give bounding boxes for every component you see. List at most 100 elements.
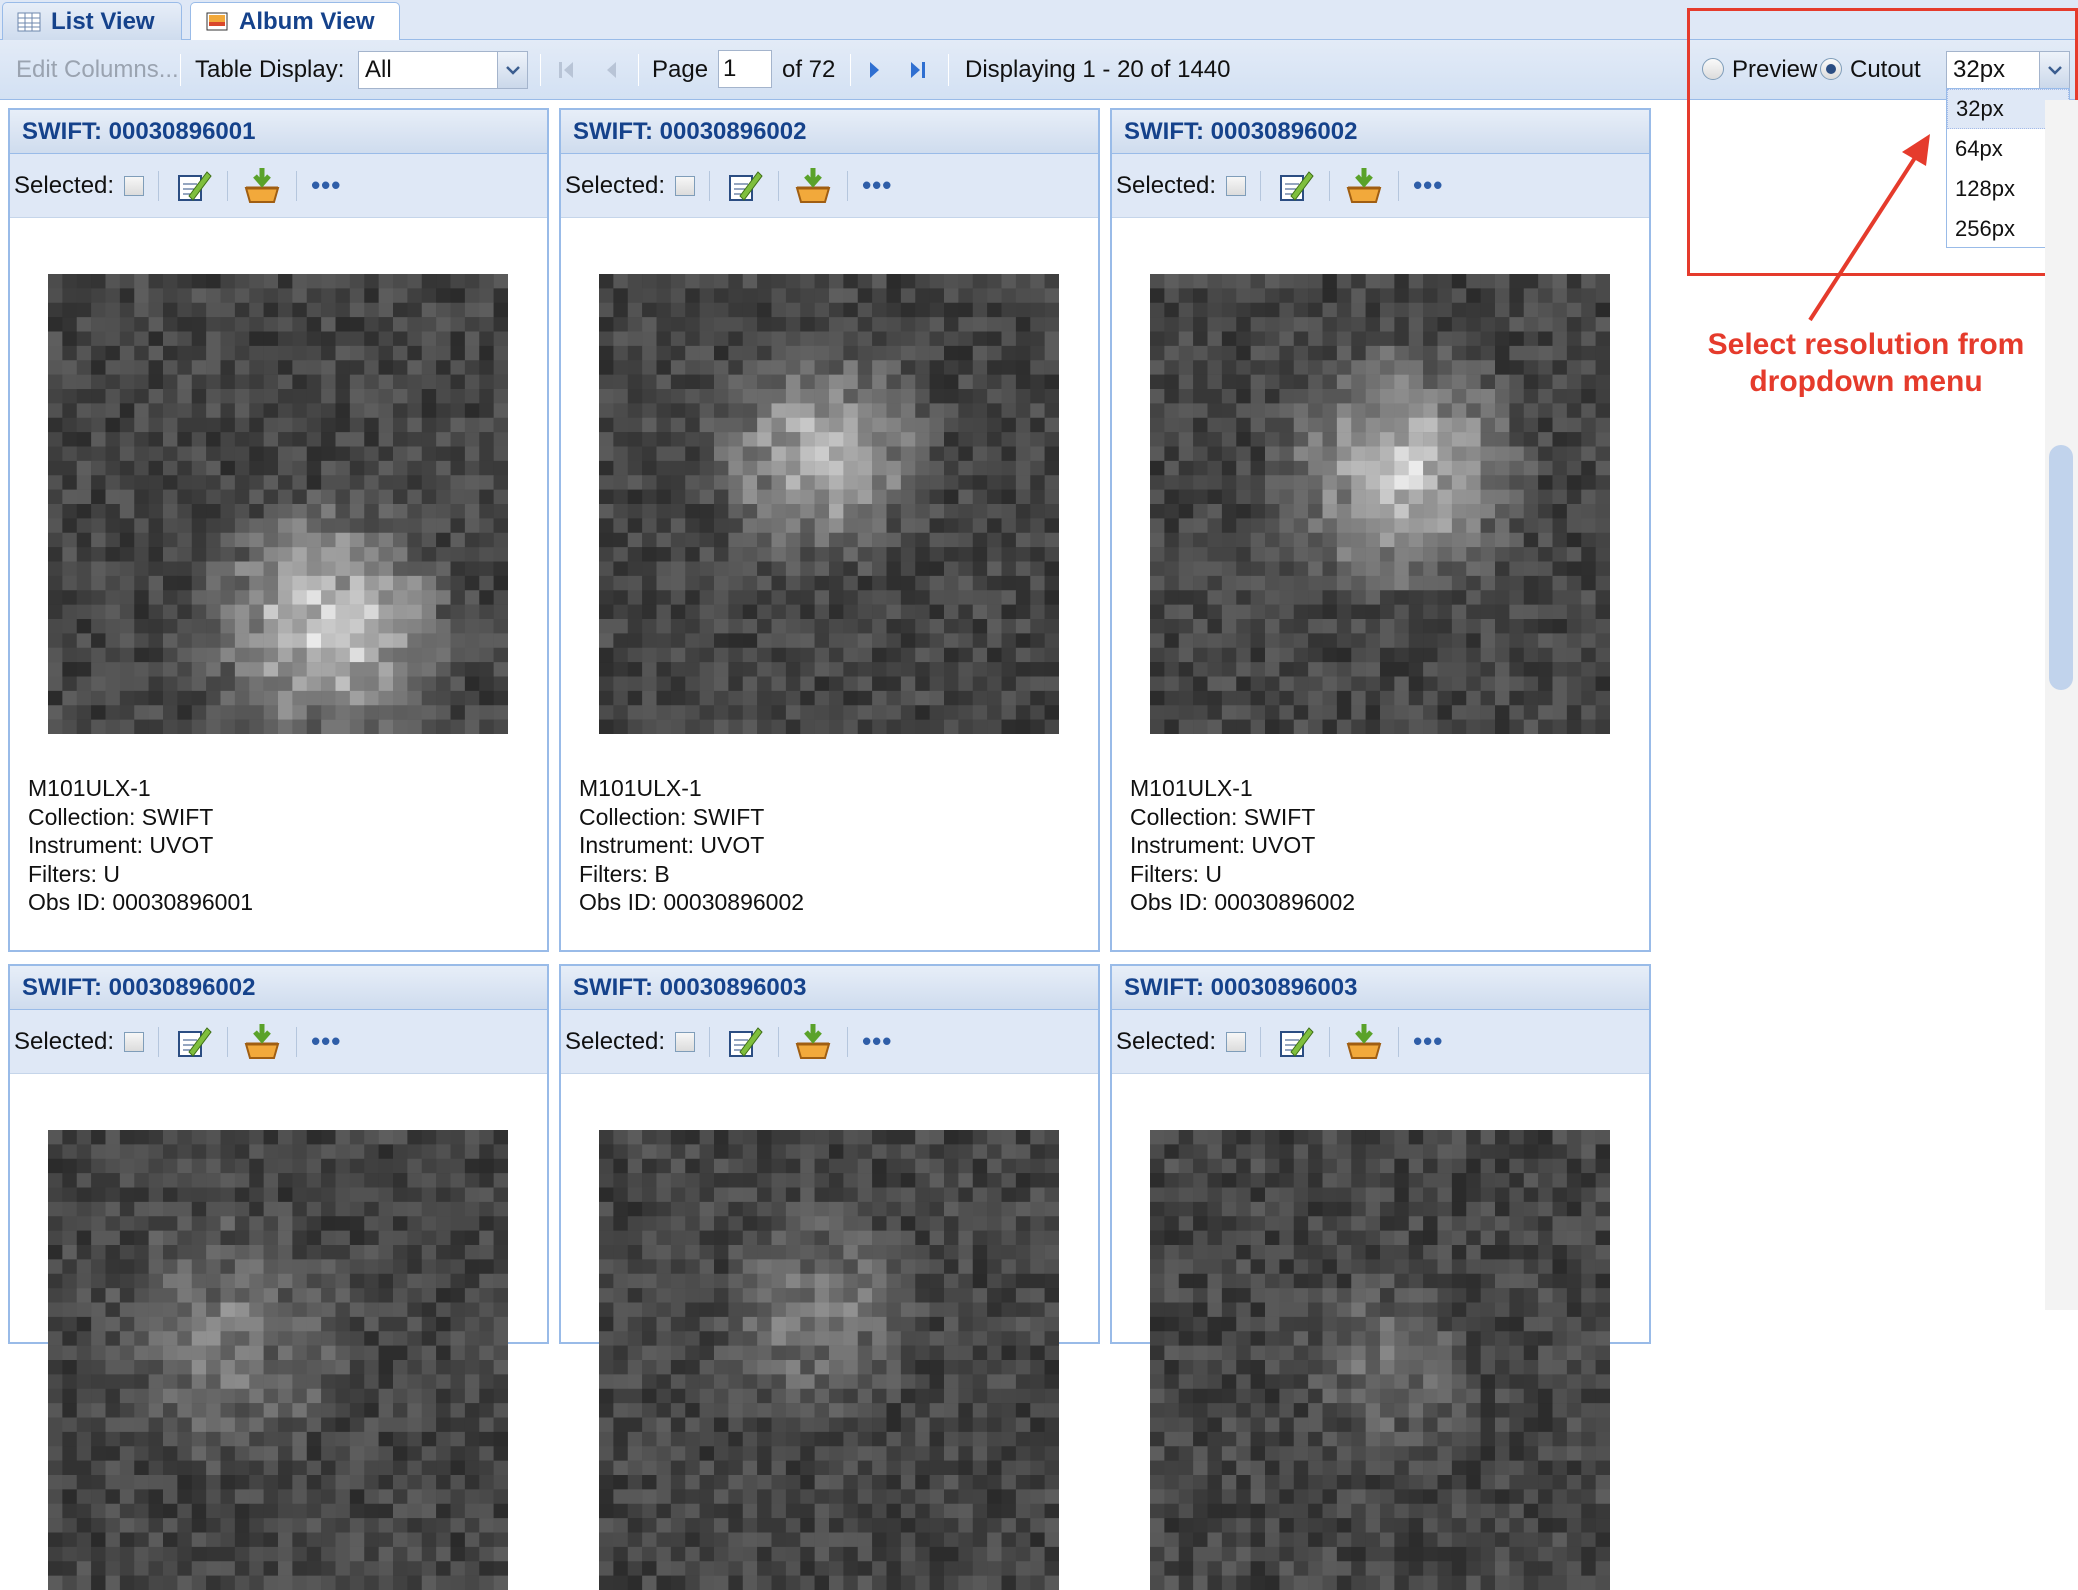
more-options-icon[interactable]: ••• xyxy=(862,1026,892,1057)
next-page-icon[interactable] xyxy=(862,58,886,82)
toolbar-separator xyxy=(158,171,159,201)
cutout-image[interactable] xyxy=(1150,274,1610,734)
selected-label: Selected: xyxy=(1116,1028,1216,1056)
table-display-label: Table Display: xyxy=(195,40,344,100)
download-basket-icon[interactable] xyxy=(1344,166,1384,206)
obs-id-text: Obs ID: 00030896002 xyxy=(1130,888,1355,917)
toolbar-separator xyxy=(1329,1027,1330,1057)
card-title: SWIFT: 00030896002 xyxy=(1112,110,1649,154)
toolbar-separator xyxy=(296,171,297,201)
card-title: SWIFT: 00030896002 xyxy=(10,966,547,1010)
album-image-icon xyxy=(205,11,229,33)
toolbar-separator xyxy=(709,1027,710,1057)
page-number-input[interactable]: 1 xyxy=(718,50,772,88)
annotation-line-1: Select resolution from xyxy=(1686,326,2046,363)
tab-album-view[interactable]: Album View xyxy=(190,2,400,41)
cutout-image[interactable] xyxy=(599,1130,1059,1590)
card-title: SWIFT: 00030896002 xyxy=(561,110,1098,154)
observation-card: SWIFT: 00030896003 Selected: ••• xyxy=(1110,964,1651,1344)
download-basket-icon[interactable] xyxy=(793,166,833,206)
observation-metadata: M101ULX-1Collection: SWIFTInstrument: UV… xyxy=(1130,774,1355,917)
table-display-select[interactable]: All xyxy=(358,51,528,89)
cutout-image[interactable] xyxy=(48,1130,508,1590)
toolbar-separator xyxy=(709,171,710,201)
edit-columns-button[interactable]: Edit Columns... xyxy=(16,40,179,100)
chevron-down-icon[interactable] xyxy=(497,52,527,88)
first-page-icon[interactable] xyxy=(555,58,579,82)
toolbar-separator xyxy=(638,54,639,86)
scroll-thumb[interactable] xyxy=(2049,445,2073,690)
selected-label: Selected: xyxy=(14,172,114,200)
card-toolbar: Selected:••• xyxy=(1112,154,1649,218)
edit-notes-icon[interactable] xyxy=(1275,166,1315,206)
more-options-icon[interactable]: ••• xyxy=(1413,1026,1443,1057)
toolbar-separator xyxy=(540,54,541,86)
selected-label: Selected: xyxy=(14,1028,114,1056)
tab-list-view[interactable]: List View xyxy=(2,2,182,40)
observation-card: SWIFT: 00030896003 Selected: ••• xyxy=(559,964,1100,1344)
toolbar-separator xyxy=(158,1027,159,1057)
observation-card: SWIFT: 00030896001Selected:•••M101ULX-1C… xyxy=(8,108,549,952)
select-checkbox[interactable] xyxy=(124,1032,144,1052)
tab-list-view-label: List View xyxy=(51,8,155,36)
select-checkbox[interactable] xyxy=(1226,1032,1246,1052)
select-checkbox[interactable] xyxy=(124,176,144,196)
more-options-icon[interactable]: ••• xyxy=(311,170,341,201)
download-basket-icon[interactable] xyxy=(242,1022,282,1062)
card-toolbar: Selected: ••• xyxy=(10,154,547,218)
toolbar-separator xyxy=(847,171,848,201)
last-page-icon[interactable] xyxy=(906,58,930,82)
vertical-scrollbar[interactable] xyxy=(2045,100,2078,1310)
toolbar-separator xyxy=(1329,171,1330,201)
cutout-image[interactable] xyxy=(48,274,508,734)
edit-notes-icon[interactable] xyxy=(724,1022,764,1062)
download-basket-icon[interactable] xyxy=(242,166,282,206)
card-toolbar: Selected: ••• xyxy=(561,1010,1098,1074)
more-options-icon[interactable]: ••• xyxy=(311,1026,341,1057)
filters-text: Filters: B xyxy=(579,860,804,889)
edit-notes-icon[interactable] xyxy=(173,166,213,206)
collection-text: Collection: SWIFT xyxy=(28,803,253,832)
more-options-icon[interactable]: ••• xyxy=(1413,170,1443,201)
download-basket-icon[interactable] xyxy=(1344,1022,1384,1062)
toolbar-separator xyxy=(1260,1027,1261,1057)
collection-text: Collection: SWIFT xyxy=(1130,803,1355,832)
select-checkbox[interactable] xyxy=(675,1032,695,1052)
toolbar-separator xyxy=(1398,1027,1399,1057)
cutout-image[interactable] xyxy=(599,274,1059,734)
displaying-count: Displaying 1 - 20 of 1440 xyxy=(965,40,1231,100)
collection-text: Collection: SWIFT xyxy=(579,803,804,832)
toolbar-separator xyxy=(180,54,181,86)
toolbar-separator xyxy=(778,1027,779,1057)
toolbar-separator xyxy=(847,1027,848,1057)
more-options-icon[interactable]: ••• xyxy=(862,170,892,201)
download-basket-icon[interactable] xyxy=(793,1022,833,1062)
select-checkbox[interactable] xyxy=(675,176,695,196)
table-display-value: All xyxy=(365,56,392,84)
instrument-text: Instrument: UVOT xyxy=(1130,831,1355,860)
card-title: SWIFT: 00030896003 xyxy=(1112,966,1649,1010)
toolbar-separator xyxy=(1260,171,1261,201)
selected-label: Selected: xyxy=(565,172,665,200)
edit-notes-icon[interactable] xyxy=(173,1022,213,1062)
previous-page-icon[interactable] xyxy=(600,58,624,82)
edit-notes-icon[interactable] xyxy=(1275,1022,1315,1062)
observation-metadata: M101ULX-1Collection: SWIFTInstrument: UV… xyxy=(28,774,253,917)
filters-text: Filters: U xyxy=(1130,860,1355,889)
observation-card: SWIFT: 00030896002 Selected: ••• M101ULX-1C… xyxy=(559,108,1100,952)
card-toolbar: Selected: ••• xyxy=(10,1010,547,1074)
toolbar-separator xyxy=(296,1027,297,1057)
toolbar-separator xyxy=(778,171,779,201)
page-count: of 72 xyxy=(782,40,835,100)
toolbar-separator xyxy=(1398,171,1399,201)
card-title: SWIFT: 00030896003 xyxy=(561,966,1098,1010)
select-checkbox[interactable] xyxy=(1226,176,1246,196)
selected-label: Selected: xyxy=(565,1028,665,1056)
tab-album-view-label: Album View xyxy=(239,8,375,36)
cutout-image[interactable] xyxy=(1150,1130,1610,1590)
edit-notes-icon[interactable] xyxy=(724,166,764,206)
obs-id-text: Obs ID: 00030896002 xyxy=(579,888,804,917)
toolbar-separator xyxy=(948,54,949,86)
observation-metadata: M101ULX-1Collection: SWIFTInstrument: UV… xyxy=(579,774,804,917)
toolbar-separator xyxy=(227,1027,228,1057)
